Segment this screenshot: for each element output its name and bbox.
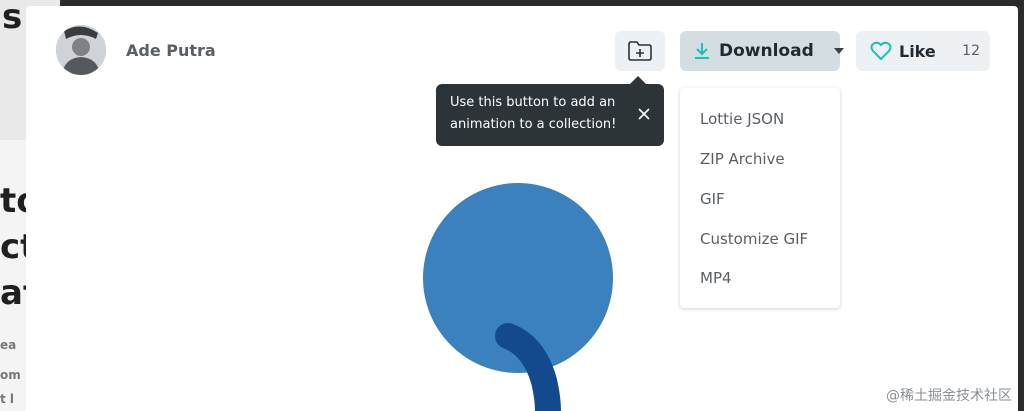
animation-preview — [416, 176, 616, 411]
menu-item-zip-archive[interactable]: ZIP Archive — [700, 150, 785, 168]
animation-modal: Ade Putra Download Like 12 Use this butt… — [26, 6, 1018, 411]
add-to-collection-button[interactable] — [615, 31, 665, 71]
background-heading-letter: s — [2, 0, 23, 37]
background-snippet: om — [0, 368, 21, 382]
animation-stroke — [495, 323, 561, 411]
like-count: 12 — [962, 43, 980, 59]
watermark: @稀土掘金技术社区 — [886, 388, 1012, 404]
author-name[interactable]: Ade Putra — [126, 41, 216, 60]
collection-tooltip: Use this button to add an animation to a… — [436, 76, 664, 146]
folder-plus-icon — [628, 41, 652, 61]
menu-item-customize-gif[interactable]: Customize GIF — [700, 230, 808, 248]
close-icon[interactable] — [636, 106, 652, 122]
avatar-photo — [56, 25, 106, 75]
menu-item-mp4[interactable]: MP4 — [700, 269, 732, 287]
background-snippet: ea — [0, 338, 17, 352]
like-button[interactable]: Like 12 — [856, 31, 990, 71]
download-menu: Lottie JSON ZIP Archive GIF Customize GI… — [680, 88, 840, 308]
chevron-down-icon — [833, 48, 844, 54]
menu-item-lottie-json[interactable]: Lottie JSON — [700, 110, 784, 128]
download-button[interactable]: Download — [680, 31, 844, 71]
download-label: Download — [719, 41, 814, 61]
background-snippet: t l — [0, 392, 15, 406]
heart-icon — [870, 41, 892, 61]
avatar[interactable] — [56, 25, 106, 75]
tooltip-arrow — [630, 76, 646, 84]
download-icon — [694, 42, 710, 60]
like-label: Like — [899, 41, 936, 61]
menu-item-gif[interactable]: GIF — [700, 190, 725, 208]
tooltip-text: Use this button to add an animation to a… — [450, 95, 617, 132]
